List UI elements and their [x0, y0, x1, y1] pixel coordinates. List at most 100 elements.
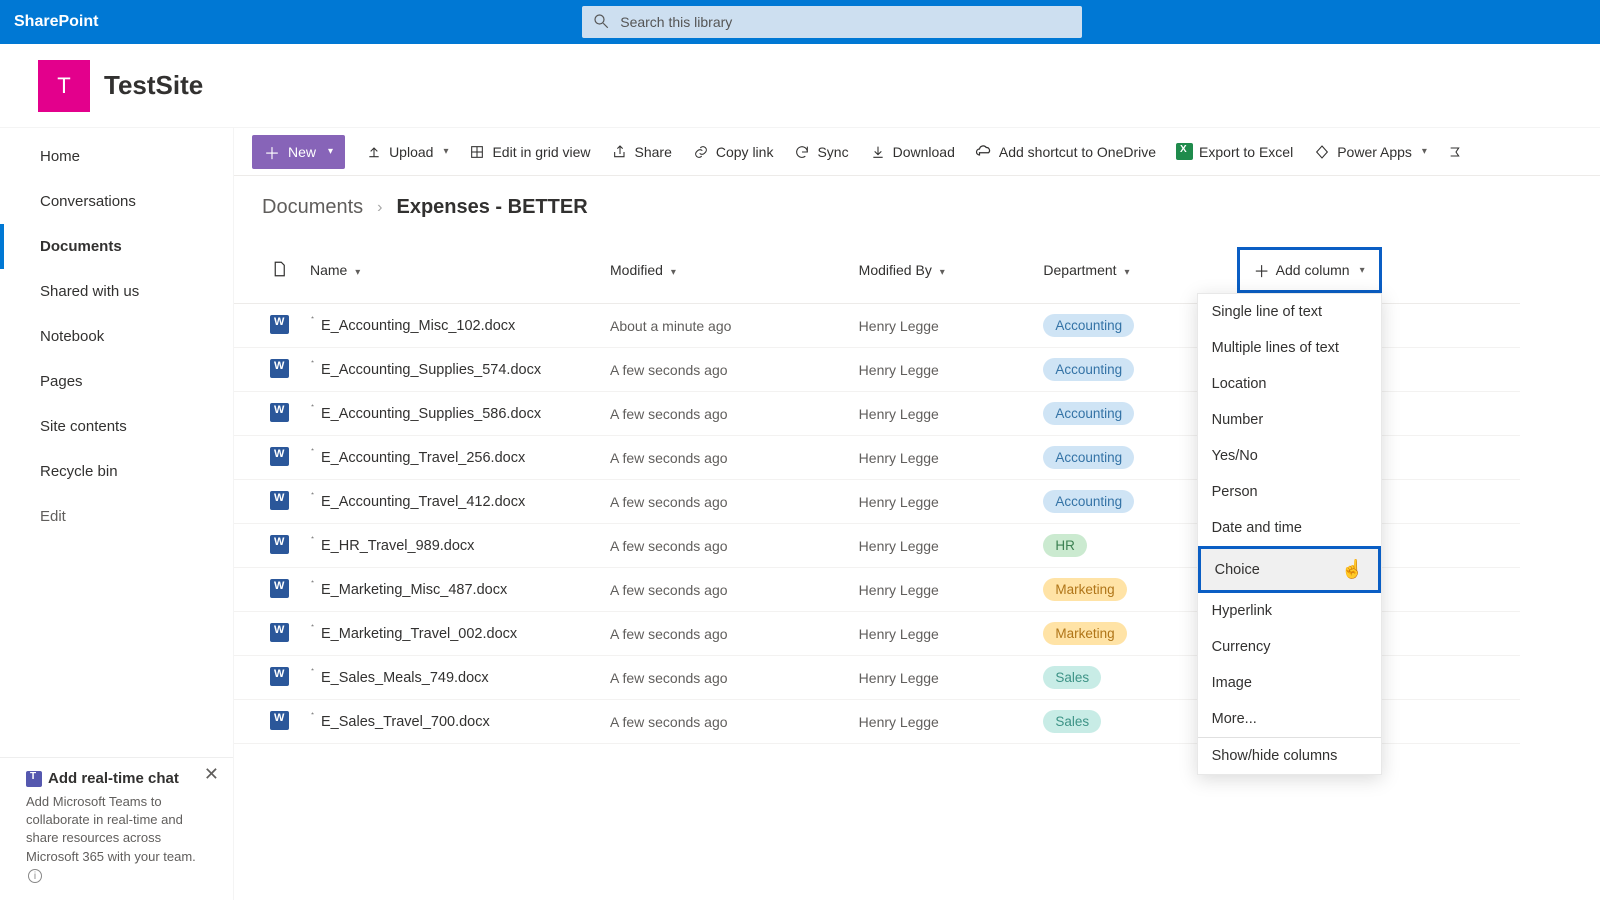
new-indicator-icon: ⋆ [310, 621, 315, 630]
breadcrumb-root[interactable]: Documents [262, 196, 363, 219]
word-icon [270, 491, 289, 510]
file-name[interactable]: E_Marketing_Travel_002.docx [321, 626, 517, 642]
column-type-option[interactable]: Number [1198, 402, 1381, 438]
search-input[interactable] [582, 6, 1082, 38]
department-pill: HR [1043, 534, 1087, 557]
modified-by-cell[interactable]: Henry Legge [851, 612, 1036, 656]
new-button[interactable]: ＋ New ▾ [252, 135, 345, 169]
nav-item-shared-with-us[interactable]: Shared with us [0, 269, 233, 314]
modified-by-cell[interactable]: Henry Legge [851, 480, 1036, 524]
modified-by-cell[interactable]: Henry Legge [851, 524, 1036, 568]
department-pill: Accounting [1043, 358, 1134, 381]
power-apps-label: Power Apps [1337, 144, 1412, 160]
column-type-option[interactable]: Person [1198, 474, 1381, 510]
link-icon [692, 143, 710, 161]
column-type-option[interactable]: Hyperlink [1198, 593, 1381, 629]
download-button[interactable]: Download [869, 143, 955, 161]
chevron-down-icon: ▾ [940, 267, 945, 278]
department-pill: Marketing [1043, 622, 1126, 645]
chevron-down-icon: ▾ [1360, 265, 1365, 276]
power-apps-button[interactable]: Power Apps ▾ [1313, 143, 1427, 161]
column-modified-header[interactable]: Modified ▾ [602, 237, 851, 304]
word-icon [270, 447, 289, 466]
chevron-right-icon: › [377, 199, 382, 217]
column-type-option[interactable]: Location [1198, 366, 1381, 402]
close-icon[interactable]: ✕ [204, 764, 219, 785]
column-name-header[interactable]: Name ▾ [302, 237, 602, 304]
file-name[interactable]: E_Accounting_Travel_256.docx [321, 450, 525, 466]
modified-by-cell[interactable]: Henry Legge [851, 568, 1036, 612]
file-name[interactable]: E_Accounting_Supplies_586.docx [321, 406, 541, 422]
add-column-button[interactable]: ＋ Add column ▾ [1237, 247, 1382, 293]
word-icon [270, 359, 289, 378]
edit-grid-button[interactable]: Edit in grid view [468, 143, 590, 161]
department-pill: Marketing [1043, 578, 1126, 601]
chat-panel: ✕ Add real-time chat Add Microsoft Teams… [0, 757, 233, 900]
column-modified-by-header[interactable]: Modified By ▾ [851, 237, 1036, 304]
share-label: Share [635, 144, 672, 160]
column-type-option[interactable]: Multiple lines of text [1198, 330, 1381, 366]
chevron-down-icon: ▾ [1124, 267, 1129, 278]
modified-cell: A few seconds ago [602, 612, 851, 656]
nav-item-home[interactable]: Home [0, 134, 233, 179]
onedrive-icon [975, 143, 993, 161]
nav-item-recycle-bin[interactable]: Recycle bin [0, 449, 233, 494]
nav-item-documents[interactable]: Documents [0, 224, 233, 269]
column-type-option[interactable]: Date and time [1198, 510, 1381, 546]
copy-link-button[interactable]: Copy link [692, 143, 774, 161]
nav-item-conversations[interactable]: Conversations [0, 179, 233, 224]
nav-item-notebook[interactable]: Notebook [0, 314, 233, 359]
department-pill: Accounting [1043, 446, 1134, 469]
site-logo[interactable]: T [38, 60, 90, 112]
export-excel-button[interactable]: Export to Excel [1176, 143, 1293, 160]
modified-by-cell[interactable]: Henry Legge [851, 304, 1036, 348]
modified-by-cell[interactable]: Henry Legge [851, 392, 1036, 436]
add-shortcut-button[interactable]: Add shortcut to OneDrive [975, 143, 1156, 161]
department-pill: Sales [1043, 710, 1101, 733]
modified-cell: A few seconds ago [602, 392, 851, 436]
info-icon[interactable]: i [28, 869, 42, 883]
file-name[interactable]: E_Marketing_Misc_487.docx [321, 582, 507, 598]
nav-item-site-contents[interactable]: Site contents [0, 404, 233, 449]
left-nav: HomeConversationsDocumentsShared with us… [0, 128, 234, 900]
word-icon [270, 579, 289, 598]
new-indicator-icon: ⋆ [310, 709, 315, 718]
file-name[interactable]: E_Accounting_Misc_102.docx [321, 318, 515, 334]
chevron-down-icon: ▾ [1422, 146, 1427, 157]
column-type-option[interactable]: Choice☝ [1198, 546, 1381, 593]
column-type-option[interactable]: Single line of text [1198, 294, 1381, 330]
file-name[interactable]: E_HR_Travel_989.docx [321, 538, 474, 554]
automate-button[interactable] [1447, 143, 1465, 161]
modified-by-cell[interactable]: Henry Legge [851, 656, 1036, 700]
excel-icon [1176, 143, 1193, 160]
download-icon [869, 143, 887, 161]
share-button[interactable]: Share [611, 143, 672, 161]
file-type-icon [270, 260, 288, 278]
suite-bar: SharePoint [0, 0, 1600, 44]
show-hide-columns-option[interactable]: Show/hide columns [1198, 738, 1381, 774]
modified-by-cell[interactable]: Henry Legge [851, 700, 1036, 744]
file-name[interactable]: E_Accounting_Supplies_574.docx [321, 362, 541, 378]
nav-item-pages[interactable]: Pages [0, 359, 233, 404]
file-name[interactable]: E_Sales_Meals_749.docx [321, 670, 489, 686]
chevron-down-icon: ▾ [443, 146, 448, 157]
column-type-option[interactable]: Yes/No [1198, 438, 1381, 474]
site-title[interactable]: TestSite [104, 70, 203, 101]
column-type-option[interactable]: Currency [1198, 629, 1381, 665]
upload-button[interactable]: Upload ▾ [365, 143, 448, 161]
modified-by-cell[interactable]: Henry Legge [851, 348, 1036, 392]
column-type-option[interactable]: Image [1198, 665, 1381, 701]
department-pill: Sales [1043, 666, 1101, 689]
cursor-icon: ☝ [1341, 559, 1363, 580]
column-type-option[interactable]: More... [1198, 701, 1381, 737]
search-container [582, 6, 1082, 38]
sync-button[interactable]: Sync [793, 143, 848, 161]
new-indicator-icon: ⋆ [310, 489, 315, 498]
content-area: ＋ New ▾ Upload ▾ Edit in grid view Share… [234, 128, 1600, 900]
modified-by-cell[interactable]: Henry Legge [851, 436, 1036, 480]
new-button-label: New [288, 144, 316, 160]
file-name[interactable]: E_Accounting_Travel_412.docx [321, 494, 525, 510]
app-brand[interactable]: SharePoint [14, 13, 98, 31]
nav-edit-link[interactable]: Edit [0, 494, 233, 539]
file-name[interactable]: E_Sales_Travel_700.docx [321, 714, 490, 730]
